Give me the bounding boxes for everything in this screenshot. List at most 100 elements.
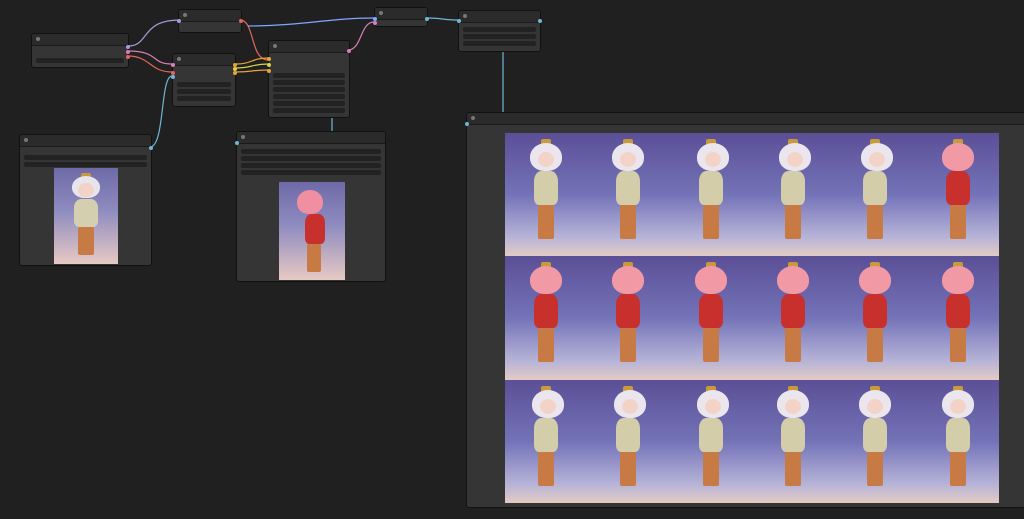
node-header[interactable] xyxy=(269,41,349,53)
link-orange-2 xyxy=(235,69,269,73)
character-front-right-icon xyxy=(763,385,823,498)
top-small-node-2[interactable] xyxy=(373,7,429,27)
node-widget[interactable] xyxy=(241,163,381,168)
node-widget[interactable] xyxy=(241,170,381,175)
node-widget[interactable] xyxy=(241,149,381,154)
collapse-dot-icon[interactable] xyxy=(379,11,383,15)
face-shape xyxy=(785,398,802,414)
grid-image-front-left[interactable] xyxy=(505,133,588,257)
node-widget[interactable] xyxy=(273,101,345,106)
generated-image-grid xyxy=(505,133,999,503)
node-widget[interactable] xyxy=(273,80,345,85)
grid-image-front[interactable] xyxy=(834,379,917,503)
node-header[interactable] xyxy=(467,113,1024,125)
node-header[interactable] xyxy=(459,11,540,23)
grid-image-back-right[interactable] xyxy=(834,256,917,380)
legs-shape xyxy=(538,205,555,239)
node-widget[interactable] xyxy=(241,156,381,161)
collapse-dot-icon[interactable] xyxy=(471,116,475,120)
output-port[interactable] xyxy=(347,49,351,53)
body-shape xyxy=(305,214,325,244)
collapse-dot-icon[interactable] xyxy=(36,37,40,41)
face-shape xyxy=(78,183,94,197)
grid-image-back[interactable] xyxy=(752,256,835,380)
load-image-node[interactable] xyxy=(19,134,153,266)
collapse-dot-icon[interactable] xyxy=(177,57,181,61)
node-header[interactable] xyxy=(32,34,128,46)
output-port[interactable] xyxy=(126,50,130,54)
node-header[interactable] xyxy=(173,54,235,66)
grid-image-side[interactable] xyxy=(752,133,835,257)
input-port[interactable] xyxy=(465,122,469,126)
node-widget[interactable] xyxy=(177,96,231,101)
legs-shape xyxy=(307,244,321,272)
output-port[interactable] xyxy=(126,45,130,49)
input-port[interactable] xyxy=(267,69,271,73)
input-port[interactable] xyxy=(177,19,181,23)
output-port[interactable] xyxy=(233,71,237,75)
grid-image-front-right[interactable] xyxy=(752,379,835,503)
legs-shape xyxy=(949,451,966,486)
grid-image-back[interactable] xyxy=(587,256,670,380)
node-widget[interactable] xyxy=(463,41,536,46)
collapse-dot-icon[interactable] xyxy=(24,138,28,142)
output-port[interactable] xyxy=(126,55,130,59)
body-shape xyxy=(534,294,559,329)
output-port[interactable] xyxy=(239,19,243,23)
node-widget[interactable] xyxy=(36,58,124,63)
node-widget[interactable] xyxy=(24,162,147,167)
hair-shape xyxy=(941,266,974,295)
hair-shape xyxy=(612,266,645,295)
grid-image-side[interactable] xyxy=(587,379,670,503)
grid-image-side-back[interactable] xyxy=(834,133,917,257)
node-widget[interactable] xyxy=(273,87,345,92)
grid-image-back-three-quarter[interactable] xyxy=(916,133,999,257)
top-small-node-1[interactable] xyxy=(177,9,243,33)
grid-image-three-quarter[interactable] xyxy=(669,133,752,257)
top-right-node[interactable] xyxy=(457,10,542,52)
combiner-node[interactable] xyxy=(171,53,237,107)
node-header[interactable] xyxy=(20,135,151,147)
input-port[interactable] xyxy=(235,141,239,145)
output-port[interactable] xyxy=(149,146,153,150)
sampler-node[interactable] xyxy=(267,40,351,118)
collapse-dot-icon[interactable] xyxy=(273,44,277,48)
hair-shape xyxy=(530,266,563,295)
node-widget[interactable] xyxy=(273,108,345,113)
loader-node[interactable] xyxy=(31,33,130,68)
node-widget[interactable] xyxy=(273,73,345,78)
character-back-icon xyxy=(681,262,741,374)
node-widget[interactable] xyxy=(463,34,536,39)
grid-image-back[interactable] xyxy=(669,256,752,380)
input-port[interactable] xyxy=(373,21,377,25)
character-back-right-icon xyxy=(845,262,905,374)
input-port[interactable] xyxy=(267,57,271,61)
input-port[interactable] xyxy=(171,75,175,79)
node-widget[interactable] xyxy=(24,155,147,160)
input-port[interactable] xyxy=(457,19,461,23)
hair-shape xyxy=(694,266,727,295)
node-header[interactable] xyxy=(179,10,241,22)
input-port[interactable] xyxy=(267,63,271,67)
input-port[interactable] xyxy=(171,63,175,67)
node-widget[interactable] xyxy=(273,94,345,99)
output-port[interactable] xyxy=(425,17,429,21)
grid-image-front-left[interactable] xyxy=(916,379,999,503)
collapse-dot-icon[interactable] xyxy=(241,135,245,139)
output-port[interactable] xyxy=(538,19,542,23)
collapse-dot-icon[interactable] xyxy=(463,14,467,18)
node-widget[interactable] xyxy=(463,27,536,32)
link-blue-1 xyxy=(149,75,173,148)
node-header[interactable] xyxy=(375,8,427,20)
grid-image-back-left[interactable] xyxy=(505,256,588,380)
collapse-dot-icon[interactable] xyxy=(183,13,187,17)
grid-image-back-right[interactable] xyxy=(916,256,999,380)
body-shape xyxy=(698,171,723,205)
node-widget[interactable] xyxy=(177,89,231,94)
grid-image-side-back[interactable] xyxy=(505,379,588,503)
node-widget[interactable] xyxy=(177,82,231,87)
grid-image-three-quarter[interactable] xyxy=(669,379,752,503)
node-header[interactable] xyxy=(237,132,385,144)
grid-image-front[interactable] xyxy=(587,133,670,257)
preview-single-node[interactable] xyxy=(235,131,386,282)
